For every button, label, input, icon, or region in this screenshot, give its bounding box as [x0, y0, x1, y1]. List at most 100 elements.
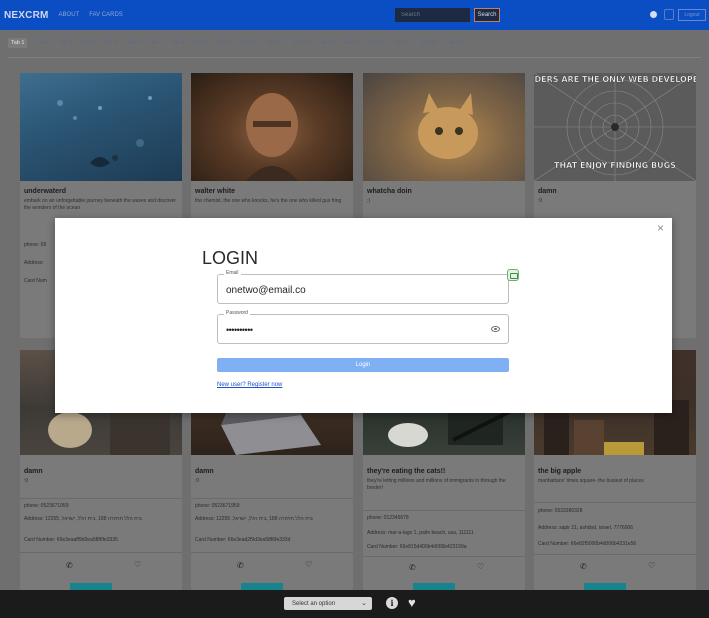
- phone-icon[interactable]: ✆: [580, 562, 587, 571]
- divider: [20, 498, 182, 499]
- tab-8[interactable]: Tab 8: [171, 40, 184, 48]
- divider: [534, 554, 696, 555]
- bottom-bar: Select an option ⌄ i ♥: [0, 590, 709, 618]
- nav-link-fav-cards[interactable]: FAV CARDS: [89, 12, 123, 18]
- tab-18[interactable]: Tab 18: [420, 40, 437, 48]
- tab-14[interactable]: Tab 14: [318, 40, 335, 48]
- logout-button[interactable]: Logout: [678, 9, 706, 21]
- card-number: Card Number: 66e82f5000b4d006b4231e56: [538, 541, 637, 547]
- card-address: Address:: [24, 260, 44, 266]
- card-subtitle: ;): [367, 198, 371, 204]
- card-title: damn: [24, 468, 43, 475]
- card-image: [20, 73, 182, 181]
- tab-17[interactable]: Tab 17: [394, 40, 411, 48]
- brand-logo[interactable]: NEXCRM: [4, 10, 49, 21]
- phone-icon[interactable]: ✆: [66, 561, 73, 570]
- tab-bar: Tab 1 Tab 2 Tab 3 Tab 4 Tab 5 Tab 6 Tab …: [8, 38, 471, 48]
- password-value[interactable]: ••••••••••: [226, 325, 253, 335]
- card-subtitle: :0: [195, 478, 200, 484]
- heart-outline-icon[interactable]: ♡: [134, 560, 141, 569]
- portrait-illustration: [246, 93, 298, 181]
- tab-5[interactable]: Tab 5: [104, 40, 117, 48]
- card-action-button[interactable]: [70, 583, 112, 590]
- tab-divider: [8, 57, 701, 58]
- login-modal: × LOGIN Email onetwo@email.co Password •…: [55, 218, 672, 413]
- underwater-illustration: [57, 96, 152, 167]
- tab-7[interactable]: Tab 7: [149, 40, 162, 48]
- card-subtitle: :0: [24, 478, 29, 484]
- email-value[interactable]: onetwo@email.co: [226, 285, 306, 296]
- card-number: Card Number: 66e3eaaff9d3ea58f6fe3335: [24, 537, 118, 543]
- tab-2[interactable]: Tab 2: [36, 40, 49, 48]
- card-subtitle: :0: [538, 198, 543, 204]
- login-button[interactable]: Login: [217, 358, 509, 372]
- user-icon[interactable]: [664, 9, 674, 20]
- heart-outline-icon[interactable]: ♡: [477, 562, 484, 571]
- login-title: LOGIN: [202, 248, 259, 268]
- card-phone: phone: 0533380328: [538, 508, 583, 514]
- card-title: damn: [538, 188, 557, 195]
- card-phone: phone: 012345678: [367, 515, 409, 521]
- password-label: Password: [224, 310, 250, 316]
- meme-bottom-text: THAT ENJOY FINDING BUGS: [554, 161, 676, 170]
- card-address: Address: sapir 21, ashdod, israel, 77760…: [538, 525, 634, 531]
- search-button[interactable]: Search: [474, 8, 500, 22]
- card-subtitle: the chemist, the one who knocks, he's th…: [195, 198, 342, 204]
- tab-4[interactable]: Tab 4: [81, 40, 94, 48]
- card-image: [363, 73, 525, 181]
- eye-icon[interactable]: [491, 326, 500, 332]
- card-number: Card Number: 66e815d400b4d006b423199a: [367, 544, 467, 550]
- card-subtitle: manhattans' times square- the busiest of…: [538, 478, 644, 484]
- email-field[interactable]: Email onetwo@email.co: [217, 270, 509, 304]
- card-action-button[interactable]: [413, 583, 455, 590]
- heart-icon[interactable]: ♥: [408, 595, 416, 610]
- email-label: Email: [224, 270, 241, 276]
- tab-15[interactable]: Tab 15: [343, 40, 360, 48]
- navbar: NEXCRM ABOUT FAV CARDS Search Logout: [0, 0, 709, 30]
- meme-top-text: SPIDERS ARE THE ONLY WEB DEVELOPERS: [534, 75, 696, 84]
- card-address: Address: mar-a-lago 1, palm beach, usa, …: [367, 530, 474, 536]
- autofill-icon[interactable]: [507, 269, 519, 281]
- password-field[interactable]: Password ••••••••••: [217, 310, 509, 344]
- card-phone: phone: 05: [24, 242, 47, 248]
- tab-6[interactable]: Tab 6: [126, 40, 139, 48]
- card-subtitle: embark on an unforgettable journey benea…: [24, 198, 177, 211]
- heart-outline-icon[interactable]: ♡: [648, 561, 655, 570]
- tab-9[interactable]: Tab 9: [194, 40, 207, 48]
- select-value: Select an option: [292, 600, 336, 607]
- card-address: Address: בית הלל חתיורה 188 ,בית הלל, יש…: [195, 516, 313, 522]
- register-link[interactable]: New user? Register now: [217, 382, 282, 388]
- card-phone: phone: 0523671959: [24, 503, 69, 509]
- card-image: SPIDERS ARE THE ONLY WEB DEVELOPERS THAT…: [520, 72, 709, 182]
- card-number: Card Number: 66e3ead2f9d3ea58f6fe333d: [195, 537, 291, 543]
- card-title: the big apple: [538, 468, 582, 475]
- card-title: they're eating the cats!!: [367, 468, 446, 475]
- divider: [191, 552, 353, 553]
- tab-3[interactable]: Tab 3: [59, 40, 72, 48]
- phone-icon[interactable]: ✆: [409, 563, 416, 572]
- heart-outline-icon[interactable]: ♡: [305, 560, 312, 569]
- card-title: walter white: [195, 188, 236, 195]
- card-title: whatcha doin: [367, 188, 412, 195]
- card-number: Card Num: [24, 278, 47, 284]
- tab-19[interactable]: Tab 19: [445, 40, 462, 48]
- info-icon[interactable]: i: [386, 597, 398, 609]
- tab-16[interactable]: Tab 16: [369, 40, 386, 48]
- theme-toggle-icon[interactable]: [650, 11, 657, 18]
- chevron-down-icon: ⌄: [361, 600, 367, 607]
- close-icon[interactable]: ×: [657, 221, 664, 235]
- tab-13[interactable]: Tab 13: [292, 40, 309, 48]
- divider: [363, 510, 525, 511]
- cat-illustration: [418, 93, 478, 159]
- nav-link-about[interactable]: ABOUT: [59, 12, 80, 18]
- card-title: underwaterd: [24, 188, 67, 195]
- tab-1[interactable]: Tab 1: [8, 38, 28, 48]
- phone-icon[interactable]: ✆: [237, 561, 244, 570]
- card-action-button[interactable]: [584, 583, 626, 590]
- tab-10[interactable]: Tab 10: [216, 40, 233, 48]
- tab-11[interactable]: Tab 11: [242, 40, 258, 48]
- search-input[interactable]: [395, 8, 470, 22]
- option-select[interactable]: Select an option ⌄: [284, 597, 372, 610]
- card-action-button[interactable]: [241, 583, 283, 590]
- tab-12[interactable]: Tab 12: [267, 40, 284, 48]
